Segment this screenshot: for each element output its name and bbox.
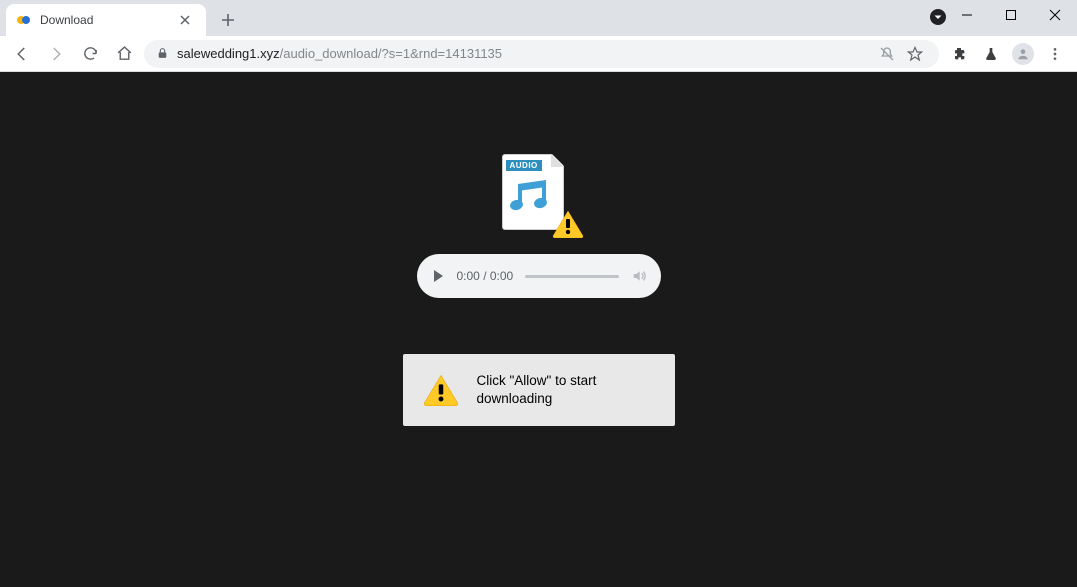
page-viewport: AUDIO 0:00 / 0:00 bbox=[0, 72, 1077, 587]
favicon-icon bbox=[16, 12, 32, 28]
notifications-muted-icon[interactable] bbox=[875, 42, 899, 66]
warning-icon bbox=[423, 374, 459, 406]
reload-button[interactable] bbox=[76, 40, 104, 68]
close-window-button[interactable] bbox=[1033, 0, 1077, 30]
minimize-button[interactable] bbox=[945, 0, 989, 30]
back-button[interactable] bbox=[8, 40, 36, 68]
extensions-icon[interactable] bbox=[945, 40, 973, 68]
volume-icon[interactable] bbox=[631, 268, 647, 284]
player-time: 0:00 / 0:00 bbox=[457, 269, 514, 283]
titlebar: Download bbox=[0, 0, 1077, 36]
close-tab-icon[interactable] bbox=[180, 15, 196, 25]
tab-title: Download bbox=[40, 13, 172, 27]
allow-message-text: Click "Allow" to start downloading bbox=[477, 372, 655, 408]
forward-button[interactable] bbox=[42, 40, 70, 68]
address-bar[interactable]: salewedding1.xyz/audio_download/?s=1&rnd… bbox=[144, 40, 939, 68]
bookmark-star-icon[interactable] bbox=[903, 42, 927, 66]
warning-icon bbox=[552, 210, 584, 238]
url-host: salewedding1.xyz bbox=[177, 46, 280, 61]
maximize-button[interactable] bbox=[989, 0, 1033, 30]
menu-button[interactable] bbox=[1041, 40, 1069, 68]
browser-toolbar: salewedding1.xyz/audio_download/?s=1&rnd… bbox=[0, 36, 1077, 72]
audio-tag-label: AUDIO bbox=[506, 160, 542, 171]
window-controls bbox=[945, 0, 1077, 30]
audio-player[interactable]: 0:00 / 0:00 bbox=[417, 254, 661, 298]
play-icon[interactable] bbox=[431, 269, 445, 283]
audio-file-icon: AUDIO bbox=[502, 154, 576, 234]
lock-icon bbox=[156, 47, 169, 60]
browser-tab[interactable]: Download bbox=[6, 4, 206, 36]
allow-message-box: Click "Allow" to start downloading bbox=[403, 354, 675, 426]
url-path: /audio_download/?s=1&rnd=14131135 bbox=[280, 46, 502, 61]
profile-avatar[interactable] bbox=[1009, 40, 1037, 68]
seek-track[interactable] bbox=[525, 275, 618, 278]
url-text: salewedding1.xyz/audio_download/?s=1&rnd… bbox=[177, 46, 502, 61]
new-tab-button[interactable] bbox=[214, 6, 242, 34]
home-button[interactable] bbox=[110, 40, 138, 68]
labs-icon[interactable] bbox=[977, 40, 1005, 68]
